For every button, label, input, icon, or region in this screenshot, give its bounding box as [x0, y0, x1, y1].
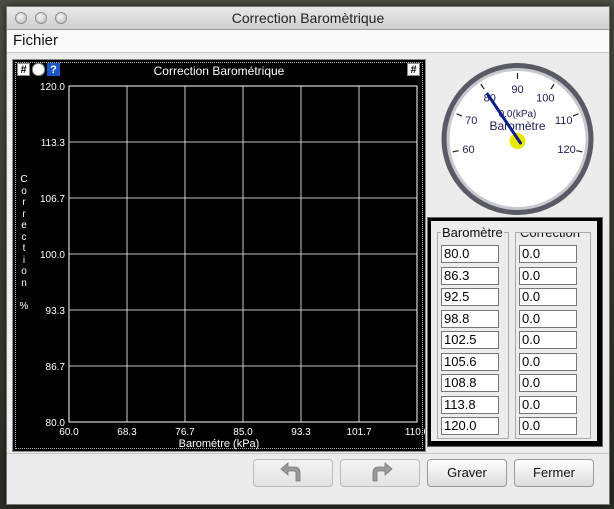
x-tick-label: 85.0: [233, 427, 253, 438]
barometer-gauge: 607080901001101200.0(kPa)Baromètre: [441, 63, 594, 215]
y-tick-label: 106.7: [40, 194, 65, 205]
correction-cell[interactable]: 0.0: [519, 288, 577, 306]
barometre-cell[interactable]: 113.8: [441, 395, 499, 414]
y-axis-label-char: e: [21, 220, 27, 231]
y-axis-label-char: r: [22, 197, 26, 208]
chart-plot[interactable]: 60.068.376.785.093.3101.7110.0120.0113.3…: [13, 60, 425, 451]
y-axis-label-char: i: [22, 254, 26, 266]
fermer-button[interactable]: Fermer: [514, 459, 594, 487]
header-correction: Correction: [519, 233, 581, 240]
menu-fichier[interactable]: Fichier: [13, 31, 58, 51]
x-tick-label: 101.7: [346, 427, 371, 438]
barometre-cell[interactable]: 80.0: [441, 245, 499, 263]
y-axis-label: Correction %: [17, 174, 31, 312]
barometre-cell[interactable]: 98.8: [441, 309, 499, 328]
menu-bar: Fichier: [7, 30, 609, 53]
x-tick-label: 68.3: [117, 427, 137, 438]
header-barometre: Baromètre: [441, 225, 504, 240]
x-axis-label: Barométre (kPa): [178, 438, 260, 450]
barometre-cell[interactable]: 105.6: [441, 352, 499, 371]
y-tick-label: 120.0: [40, 82, 65, 93]
barometre-cell[interactable]: 120.0: [441, 417, 499, 435]
correction-cell[interactable]: 0.0: [519, 374, 577, 392]
correction-cell[interactable]: 0.0: [519, 331, 577, 349]
gauge-tick-label: 120: [557, 144, 575, 156]
gauge-tick-label: 60: [462, 144, 474, 156]
correction-cell[interactable]: 0.0: [519, 245, 577, 263]
gauge-tick-label: 100: [536, 92, 554, 104]
y-tick-label: 93.3: [46, 306, 66, 317]
y-axis-label-char: %: [19, 300, 29, 312]
redo-button[interactable]: [340, 459, 420, 487]
y-tick-label: 100.0: [40, 250, 65, 261]
y-axis-label-char: c: [21, 231, 27, 243]
redo-arrow-icon: [372, 462, 393, 482]
y-tick-label: 113.3: [41, 138, 66, 149]
chart-panel: # ? # Correction Barométrique 60.0 68.3 76…: [12, 59, 426, 452]
barometre-cell[interactable]: 108.8: [441, 374, 499, 392]
gauge-label: Baromètre: [489, 119, 545, 133]
x-tick-label: 110.0: [405, 427, 425, 438]
undo-arrow-icon: [280, 462, 301, 482]
correction-window: Correction Baromètrique Fichier # ? # Co…: [6, 6, 610, 505]
column-correction: Correction 0.0 0.0 0.0 0.0 0.0 0.0 0.0 0.0 0.0: [515, 232, 591, 439]
y-axis-label-char: r: [22, 208, 26, 220]
window-title: Correction Baromètrique: [231, 10, 385, 26]
y-axis-label-char: [17, 289, 31, 301]
gauge-tick-label: 110: [555, 115, 573, 127]
gauge-tick-label: 70: [465, 115, 477, 127]
correction-cell[interactable]: 0.0: [519, 395, 577, 414]
correction-cell[interactable]: 0.0: [519, 266, 577, 285]
graver-button[interactable]: Graver: [427, 459, 507, 487]
column-barometre: Baromètre 80.0 86.3 92.5 98.8 102.5 105.6 108.…: [437, 225, 509, 439]
undo-button[interactable]: [253, 459, 333, 487]
table-panel: Baromètre 80.0 86.3 92.5 98.8 102.5 105.6 108.…: [427, 217, 603, 447]
y-tick-label: 80.0: [46, 418, 66, 429]
correction-cell[interactable]: 0.0: [519, 417, 577, 435]
barometre-cell[interactable]: 102.5: [441, 331, 499, 349]
bottom-separator: [7, 453, 609, 454]
y-axis-label-char: C: [20, 174, 28, 185]
table-inner: Baromètre 80.0 86.3 92.5 98.8 102.5 105.6 108.…: [431, 221, 597, 441]
x-tick-label: 76.7: [175, 427, 195, 438]
correction-cell[interactable]: 0.0: [519, 309, 577, 328]
gauge-tick-label: 90: [511, 84, 523, 96]
barometre-cell[interactable]: 92.5: [441, 288, 499, 306]
y-tick-label: 86.7: [46, 362, 66, 373]
y-axis-label-char: t: [22, 243, 26, 254]
y-axis-label-char: o: [21, 185, 27, 197]
barometre-cell[interactable]: 86.3: [441, 266, 499, 285]
y-axis-label-char: n: [21, 277, 27, 289]
correction-cell[interactable]: 0.0: [519, 352, 577, 371]
x-tick-label: 93.3: [291, 427, 311, 438]
y-axis-label-char: o: [21, 266, 27, 277]
title-bar[interactable]: Correction Baromètrique: [7, 7, 609, 30]
